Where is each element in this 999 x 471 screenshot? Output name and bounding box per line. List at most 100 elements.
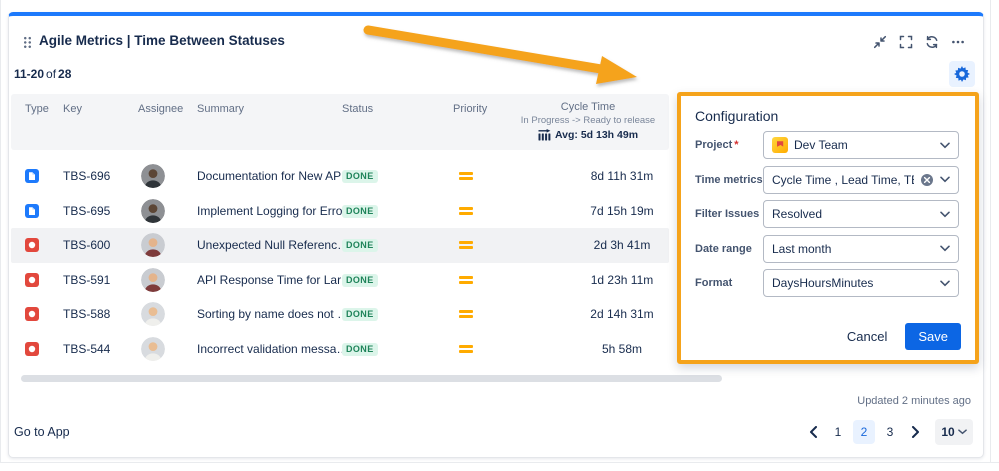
issue-key: TBS-695: [63, 203, 111, 218]
column-summary: Summary: [197, 103, 245, 115]
issue-summary: API Response Time for Lar…: [197, 272, 347, 287]
issue-key: TBS-591: [63, 272, 111, 287]
format-select[interactable]: DaysHoursMinutes: [763, 269, 959, 297]
save-button[interactable]: Save: [905, 323, 961, 350]
config-field-label: Project *: [695, 139, 739, 151]
page-3-button[interactable]: 3: [879, 420, 901, 444]
issue-type-icon: [25, 169, 39, 183]
assignee-avatar: [141, 267, 165, 292]
collapse-icon[interactable]: [873, 35, 887, 49]
table-row[interactable]: TBS-588 Sorting by name does not … DONE …: [11, 297, 669, 332]
drag-handle-icon[interactable]: [23, 36, 32, 49]
chevron-down-icon: [940, 142, 950, 149]
chevron-down-icon: [940, 280, 950, 287]
gadget-card: Agile Metrics | Time Between Statuses 11…: [8, 12, 984, 458]
status-badge: DONE: [342, 273, 378, 287]
configuration-title: Configuration: [695, 108, 779, 124]
project-select[interactable]: Dev Team: [763, 131, 959, 159]
assignee-avatar: [141, 302, 165, 326]
issue-summary: Implement Logging for Erro…: [197, 203, 347, 218]
config-field-label: Format*: [695, 277, 733, 289]
cancel-button[interactable]: Cancel: [847, 329, 887, 344]
gadget-title: Agile Metrics | Time Between Statuses: [39, 33, 285, 48]
table-row[interactable]: TBS-591 API Response Time for Lar… DONE …: [11, 263, 669, 298]
assignee-avatar: [141, 336, 165, 361]
column-cycle-time: Cycle Time In Progress -> Ready to relea…: [520, 101, 656, 141]
config-field-project: Project * Dev Team: [681, 131, 975, 159]
horizontal-scrollbar[interactable]: [21, 375, 722, 382]
status-badge: DONE: [342, 342, 378, 356]
column-assignee: Assignee: [138, 103, 184, 115]
config-field-date-range: Date range* Last month: [681, 234, 975, 263]
issue-summary: Incorrect validation messa…: [197, 341, 347, 356]
clear-icon[interactable]: [920, 173, 934, 187]
column-priority: Priority: [453, 103, 488, 115]
status-badge: DONE: [342, 239, 378, 252]
updated-timestamp: Updated 2 minutes ago: [857, 395, 971, 407]
chevron-down-icon: [940, 245, 950, 252]
issue-type-icon: [25, 272, 39, 287]
time-metrics-select[interactable]: Cycle Time , Lead Time, TBS …: [763, 165, 959, 194]
issue-key: TBS-600: [63, 238, 111, 252]
result-range: 11-20 of 28: [14, 67, 72, 81]
issue-key: TBS-588: [63, 307, 111, 321]
page-edge-right: [990, 0, 991, 462]
page-2-button[interactable]: 2: [853, 420, 875, 444]
config-field-time-metrics: Time metrics* Cycle Time , Lead Time, TB…: [681, 165, 975, 194]
settings-gear-icon[interactable]: [949, 61, 975, 87]
refresh-icon[interactable]: [925, 35, 939, 49]
chevron-down-icon: [940, 176, 950, 183]
dashboard-page: Agile Metrics | Time Between Statuses 11…: [0, 0, 999, 471]
issue-type-icon: [25, 203, 39, 218]
page-edge-bottom: [0, 462, 999, 463]
filter-issues-select[interactable]: Resolved: [763, 200, 959, 228]
select-value: Cycle Time , Lead Time, TBS …: [772, 172, 914, 187]
priority-medium-icon: [459, 275, 473, 284]
issue-key: TBS-696: [63, 169, 111, 183]
page-size-select[interactable]: 10: [935, 419, 973, 445]
status-badge: DONE: [342, 204, 378, 218]
table-row[interactable]: TBS-544 Incorrect validation messa… DONE…: [11, 332, 669, 367]
page-1-button[interactable]: 1: [827, 420, 849, 444]
priority-medium-icon: [459, 241, 473, 249]
issue-summary: Unexpected Null Referenc…: [197, 238, 347, 252]
date-range-select[interactable]: Last month: [763, 234, 959, 263]
go-to-app-link[interactable]: Go to App: [14, 425, 70, 439]
issue-type-icon: [25, 307, 39, 321]
configuration-panel: Configuration Project * Dev Team Time met…: [677, 92, 979, 364]
issue-type-icon: [25, 341, 39, 356]
table-row[interactable]: TBS-600 Unexpected Null Referenc… DONE 2…: [11, 228, 669, 263]
table-row[interactable]: TBS-695 Implement Logging for Erro… DONE…: [11, 194, 669, 229]
select-value: Dev Team: [794, 138, 848, 152]
column-status: Status: [342, 103, 374, 115]
assignee-avatar: [141, 164, 165, 188]
priority-medium-icon: [459, 344, 473, 353]
config-field-format: Format* DaysHoursMinutes: [681, 269, 975, 297]
issue-key: TBS-544: [63, 341, 111, 356]
column-type: Type: [25, 103, 49, 115]
config-field-label: Time metrics*: [695, 173, 763, 186]
table-row[interactable]: TBS-696 Documentation for New AP… DONE 8…: [11, 159, 669, 194]
fullscreen-icon[interactable]: [899, 35, 913, 49]
config-field-filter-issues: Filter Issues* Resolved: [681, 200, 975, 228]
pagination: 123 10: [803, 419, 973, 445]
assignee-avatar: [141, 198, 165, 223]
select-value: Resolved: [772, 207, 823, 221]
page-buttons: 123: [827, 420, 901, 444]
next-page-icon[interactable]: [905, 419, 925, 445]
chevron-down-icon: [940, 211, 950, 218]
config-field-label: Date range*: [695, 242, 752, 255]
issue-summary: Sorting by name does not …: [197, 307, 347, 321]
config-field-label: Filter Issues*: [695, 208, 760, 220]
page-edge-left: [0, 0, 1, 462]
assignee-avatar: [141, 233, 165, 257]
more-icon[interactable]: [951, 35, 965, 49]
issue-type-icon: [25, 238, 39, 252]
table-header: Type Key Assignee Summary Status Priorit…: [11, 94, 669, 150]
priority-medium-icon: [459, 206, 473, 215]
status-badge: DONE: [342, 308, 378, 321]
priority-medium-icon: [459, 172, 473, 180]
priority-medium-icon: [459, 310, 473, 318]
previous-page-icon[interactable]: [803, 419, 823, 445]
select-value: Last month: [772, 241, 832, 256]
